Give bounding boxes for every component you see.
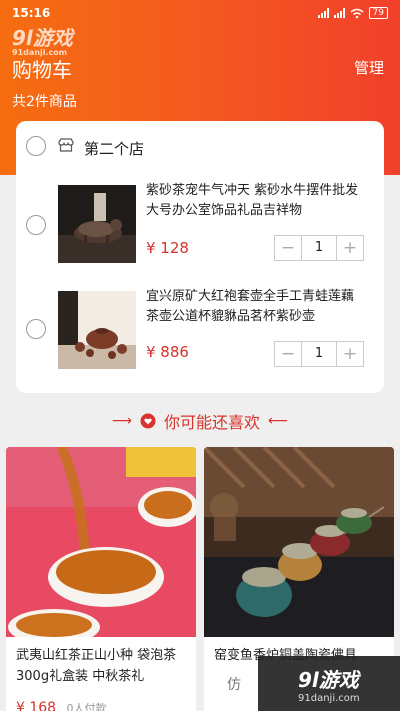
item-select-radio[interactable] bbox=[26, 319, 46, 339]
watermark-bottom-site: 91danji.com bbox=[298, 692, 360, 704]
recommend-product-name: 武夷山红茶正山小种 袋泡茶300g礼盒装 中秋茶礼 bbox=[16, 648, 177, 684]
product-image[interactable] bbox=[58, 185, 136, 263]
decrease-button[interactable]: − bbox=[275, 236, 301, 260]
quantity-stepper: − 1 + bbox=[274, 341, 364, 367]
signal-icon bbox=[317, 8, 329, 18]
left-arrow-icon: ⟶ bbox=[111, 413, 132, 429]
status-time: 15:16 bbox=[12, 6, 51, 20]
product-image bbox=[204, 447, 394, 637]
product-image bbox=[6, 447, 196, 637]
watermark-side-tag: 仿 bbox=[212, 664, 256, 704]
product-name[interactable]: 宜兴原矿大红袍套壶全手工青蛙莲藕茶壶公道杯貔貅品茗杯紫砂壶 bbox=[146, 287, 366, 327]
watermark-bottom-brand: 9l游戏 bbox=[298, 667, 359, 692]
decrease-button[interactable]: − bbox=[275, 342, 301, 366]
product-price: ¥ 128 bbox=[146, 239, 189, 257]
quantity-value[interactable]: 1 bbox=[301, 342, 337, 366]
price-value: ¥ 168 bbox=[16, 700, 57, 711]
wifi-icon bbox=[350, 8, 364, 18]
quantity-stepper: − 1 + bbox=[274, 235, 364, 261]
recommend-product-price: ¥ 168 0人付款 bbox=[16, 700, 107, 711]
item-count: 共2件商品 bbox=[12, 94, 77, 110]
recommend-card[interactable]: 武夷山红茶正山小种 袋泡茶300g礼盒装 中秋茶礼 ¥ 168 0人付款 bbox=[6, 447, 196, 711]
product-image[interactable] bbox=[58, 291, 136, 369]
recommend-title: 你可能还喜欢 bbox=[163, 413, 260, 432]
store-name: 第二个店 bbox=[84, 140, 145, 158]
store-icon bbox=[58, 138, 74, 152]
status-icons: 79 bbox=[317, 7, 388, 19]
sold-count: 0人付款 bbox=[66, 702, 107, 711]
increase-button[interactable]: + bbox=[337, 236, 363, 260]
cart-card: 第二个店 紫砂茶宠牛气冲天 紫砂水牛摆件批发大号办公室饰品礼品吉祥物 ¥ 128… bbox=[16, 121, 384, 393]
store-select-radio[interactable] bbox=[26, 136, 46, 156]
recommend-heading: ⟶ 你可能还喜欢 ⟵ bbox=[0, 408, 400, 434]
manage-button[interactable]: 管理 bbox=[354, 57, 384, 78]
product-name[interactable]: 紫砂茶宠牛气冲天 紫砂水牛摆件批发大号办公室饰品礼品吉祥物 bbox=[146, 181, 366, 221]
signal-icon-2 bbox=[333, 8, 345, 18]
item-select-radio[interactable] bbox=[26, 215, 46, 235]
battery-indicator: 79 bbox=[368, 7, 388, 19]
increase-button[interactable]: + bbox=[337, 342, 363, 366]
quantity-value[interactable]: 1 bbox=[301, 236, 337, 260]
right-arrow-icon: ⟵ bbox=[268, 413, 289, 429]
watermark-brand: 9l游戏 bbox=[12, 26, 73, 50]
watermark-logo: 9l游戏 91danji.com bbox=[12, 22, 73, 57]
product-price: ¥ 886 bbox=[146, 343, 189, 361]
watermark-bottom: 9l游戏 91danji.com bbox=[258, 656, 400, 711]
heart-icon bbox=[140, 413, 156, 429]
page-title: 购物车 bbox=[12, 58, 72, 82]
